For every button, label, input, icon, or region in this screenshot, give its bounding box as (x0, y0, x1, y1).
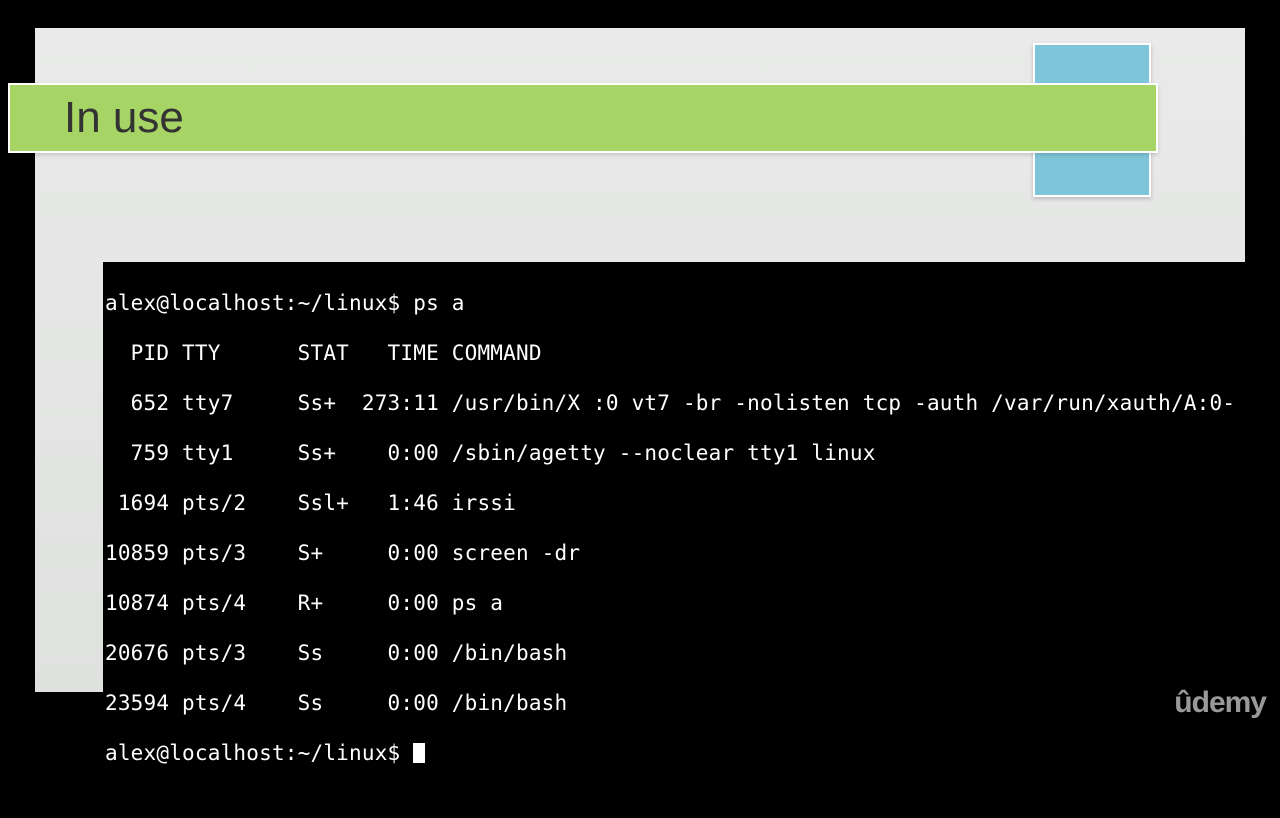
terminal-row: 10874 pts/4 R+ 0:00 ps a (105, 591, 1257, 616)
terminal-prompt-line-2: alex@localhost:~/linux$ (105, 741, 1257, 766)
terminal-row: 23594 pts/4 Ss 0:00 /bin/bash (105, 691, 1257, 716)
terminal-row: 20676 pts/3 Ss 0:00 /bin/bash (105, 641, 1257, 666)
terminal-row: 652 tty7 Ss+ 273:11 /usr/bin/X :0 vt7 -b… (105, 391, 1257, 416)
title-bar: In use (8, 83, 1158, 153)
terminal-header: PID TTY STAT TIME COMMAND (105, 341, 1257, 366)
slide-title: In use (64, 93, 184, 143)
terminal-row: 1694 pts/2 Ssl+ 1:46 irssi (105, 491, 1257, 516)
terminal-output: alex@localhost:~/linux$ ps a PID TTY STA… (103, 262, 1259, 818)
slide: In use alex@localhost:~/linux$ ps a PID … (35, 28, 1245, 692)
terminal-row: 759 tty1 Ss+ 0:00 /sbin/agetty --noclear… (105, 441, 1257, 466)
cursor-icon (413, 743, 425, 763)
watermark: ûdemy (1174, 686, 1266, 720)
terminal-prompt-line: alex@localhost:~/linux$ ps a (105, 291, 1257, 316)
terminal-row: 10859 pts/3 S+ 0:00 screen -dr (105, 541, 1257, 566)
